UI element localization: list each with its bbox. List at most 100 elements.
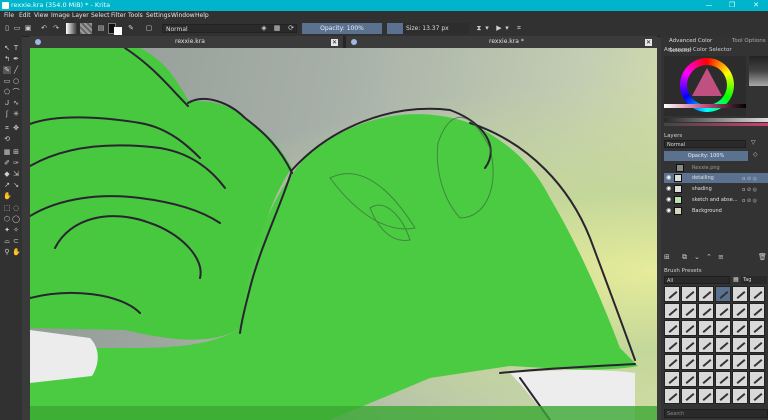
brush-preset-tile[interactable]: [698, 337, 714, 353]
brush-preset-tile[interactable]: [698, 303, 714, 319]
layer-lock-icons[interactable]: α ⊘ ◎: [742, 174, 764, 182]
color-wheel-area[interactable]: [664, 56, 746, 116]
brush-view-icon[interactable]: ▦: [733, 276, 739, 283]
move-down-icon[interactable]: ⌄: [694, 253, 700, 261]
move-tool-icon[interactable]: ✥: [12, 124, 20, 132]
menu-window[interactable]: Window: [171, 12, 195, 19]
brush-preset-tile[interactable]: [732, 320, 748, 336]
mirror-horizontal-menu-icon[interactable]: ▾: [483, 24, 491, 32]
brush-preset-tile[interactable]: [715, 337, 731, 353]
menu-select[interactable]: Select: [91, 12, 110, 19]
menu-file[interactable]: File: [4, 12, 14, 19]
brush-preset-tile[interactable]: [732, 337, 748, 353]
layer-blend-dropdown[interactable]: Normal: [664, 140, 746, 148]
brush-preset-tile[interactable]: [681, 320, 697, 336]
filter-icon[interactable]: ▽: [751, 139, 756, 146]
menu-layer[interactable]: Layer: [72, 12, 89, 19]
line-tool-icon[interactable]: ╱: [12, 66, 20, 74]
smart-patch-icon[interactable]: ✑: [12, 159, 20, 167]
tab-tool-options[interactable]: Tool Options: [732, 36, 766, 46]
new-document-icon[interactable]: ▯: [3, 24, 11, 32]
close-tab-icon[interactable]: ✕: [331, 39, 338, 46]
brush-preset-tile[interactable]: [732, 371, 748, 387]
blending-mode-icon[interactable]: ▢: [145, 24, 153, 32]
menu-help[interactable]: Help: [195, 12, 209, 19]
brush-preset-tile[interactable]: [681, 371, 697, 387]
opacity-slider[interactable]: Opacity: 100%: [302, 23, 382, 34]
saturation-triangle[interactable]: [692, 68, 722, 96]
visibility-eye-icon[interactable]: ◉: [666, 197, 671, 203]
layer-opacity-slider[interactable]: Opacity: 100%: [664, 151, 748, 161]
polygon-select-icon[interactable]: ⬡: [3, 215, 11, 223]
brush-preset-tile[interactable]: [749, 320, 765, 336]
layer-properties-icon[interactable]: ≡: [718, 253, 724, 261]
menu-edit[interactable]: Edit: [19, 12, 31, 19]
brush-preset-tile[interactable]: [664, 388, 680, 404]
brush-preset-tile[interactable]: [681, 303, 697, 319]
brush-preset-tile[interactable]: [664, 371, 680, 387]
minimize-button[interactable]: —: [698, 0, 720, 11]
layer-lock-icons[interactable]: α ⊘ ◎: [742, 196, 764, 204]
layer-row[interactable]: ◉ detailing α ⊘ ◎: [664, 173, 768, 183]
freehand-path-icon[interactable]: ∿: [12, 99, 20, 107]
brush-preset-tile[interactable]: [732, 354, 748, 370]
reference-tool-icon[interactable]: ↘: [12, 181, 20, 189]
brush-preset-tile[interactable]: [749, 371, 765, 387]
brush-preset-tile[interactable]: [715, 388, 731, 404]
brush-preset-tile[interactable]: [715, 320, 731, 336]
mirror-vertical-menu-icon[interactable]: ▾: [503, 24, 511, 32]
color-slider-2[interactable]: [664, 123, 768, 126]
transform-tool-icon[interactable]: ⟲: [3, 135, 11, 143]
polygon-tool-icon[interactable]: ⬠: [3, 88, 11, 96]
rect-select-icon[interactable]: ⬚: [3, 204, 11, 212]
layer-opacity-menu-icon[interactable]: ◇: [753, 151, 758, 158]
ellipse-select-icon[interactable]: ◌: [12, 204, 20, 212]
brush-preset-tile[interactable]: [681, 354, 697, 370]
delete-layer-icon[interactable]: 🗑: [758, 253, 767, 261]
pattern-edit-icon[interactable]: ⊞: [12, 148, 20, 156]
save-icon[interactable]: ▣: [24, 24, 32, 32]
magnetic-select-icon[interactable]: ⊂: [12, 237, 20, 245]
brush-filter-dropdown[interactable]: All: [664, 276, 730, 284]
freehand-select-icon[interactable]: ◯: [12, 215, 20, 223]
pan-view-icon[interactable]: ✋: [12, 248, 21, 256]
eraser-mode-icon[interactable]: ◈: [260, 24, 268, 32]
layer-row[interactable]: ◉ Background: [664, 206, 768, 216]
move-up-icon[interactable]: ⌃: [706, 253, 712, 261]
color-history-strip[interactable]: [664, 104, 746, 108]
brush-preset-tile[interactable]: [681, 388, 697, 404]
layer-lock-icons[interactable]: α ⊘ ◎: [742, 185, 764, 193]
drawing-canvas[interactable]: [30, 48, 657, 420]
maximize-button[interactable]: ❐: [721, 0, 743, 11]
menu-view[interactable]: View: [34, 12, 48, 19]
size-slider[interactable]: Size: 13.37 px: [387, 23, 469, 34]
visibility-eye-icon[interactable]: ◉: [666, 186, 671, 192]
preserve-alpha-icon[interactable]: ▦: [273, 24, 281, 32]
brush-preset-tile[interactable]: [749, 354, 765, 370]
brush-preset-tile[interactable]: [698, 371, 714, 387]
brush-preset-tile[interactable]: [715, 286, 731, 302]
brush-tag-dropdown[interactable]: Tag: [741, 276, 767, 284]
brush-preset-tile[interactable]: [749, 337, 765, 353]
freehand-brush-icon[interactable]: ✎: [3, 66, 11, 74]
edit-shapes-icon[interactable]: ↰: [3, 55, 11, 63]
menu-filter[interactable]: Filter: [111, 12, 126, 19]
contiguous-select-icon[interactable]: ✦: [3, 226, 11, 234]
brush-preset-tile[interactable]: [681, 286, 697, 302]
calligraphy-icon[interactable]: ✒: [12, 55, 20, 63]
wrap-around-icon[interactable]: ⌗: [515, 24, 523, 32]
color-slider-1[interactable]: [664, 118, 768, 122]
brush-preset-tile[interactable]: [715, 354, 731, 370]
add-layer-icon[interactable]: ⊞: [664, 253, 670, 261]
pan-tool-icon[interactable]: ✋: [3, 192, 12, 200]
dynamic-brush-icon[interactable]: ʃ: [3, 110, 11, 118]
brush-preset-tile[interactable]: [732, 303, 748, 319]
select-shapes-icon[interactable]: ↖: [3, 44, 11, 52]
bezier-select-icon[interactable]: ⌓: [3, 237, 11, 245]
edit-brush-settings-icon[interactable]: ▤: [97, 24, 105, 32]
close-tab-icon[interactable]: ✕: [645, 39, 652, 46]
rectangle-tool-icon[interactable]: ▭: [3, 77, 11, 85]
assistant-tool-icon[interactable]: ⇲: [12, 170, 20, 178]
brush-preset-tile[interactable]: [749, 303, 765, 319]
crop-tool-icon[interactable]: ⌗: [3, 124, 11, 132]
